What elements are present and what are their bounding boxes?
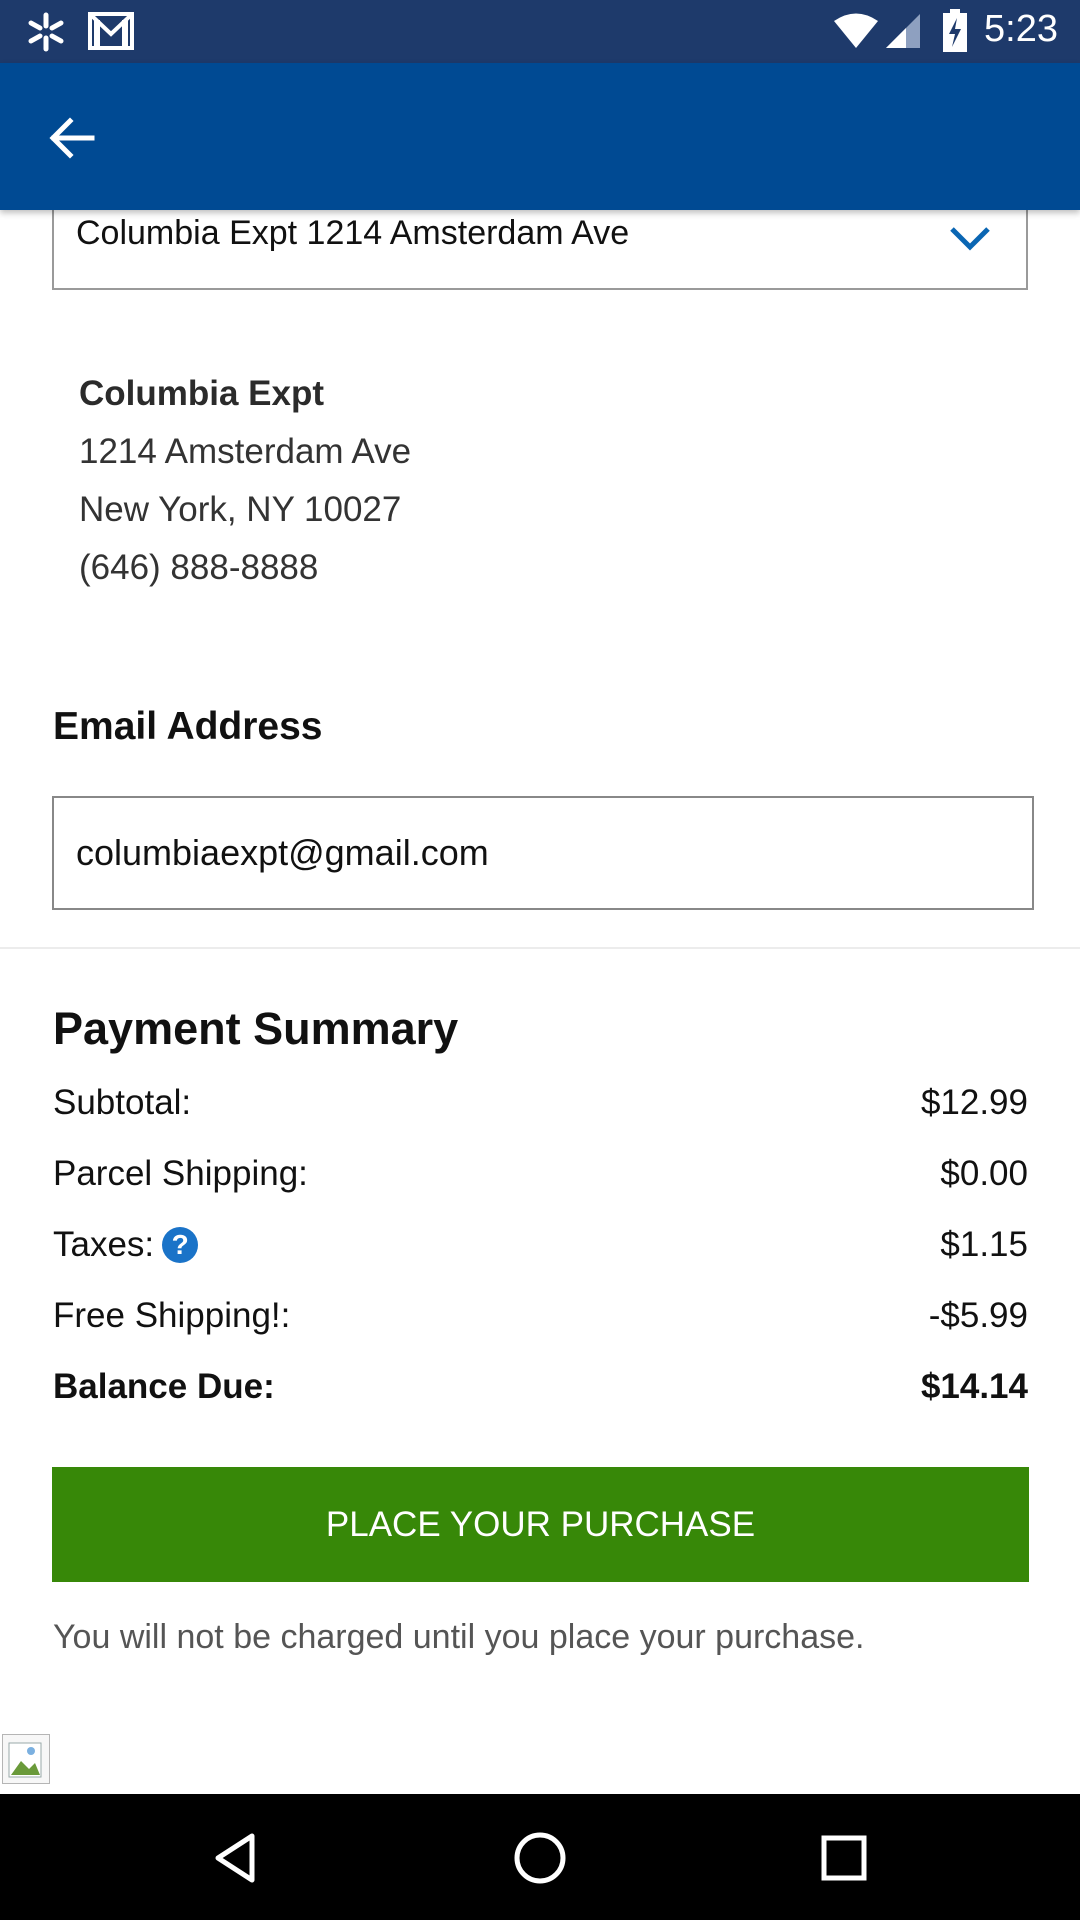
wifi-icon	[834, 13, 878, 48]
summary-value: $0.00	[940, 1154, 1028, 1193]
home-circle-icon	[514, 1832, 566, 1884]
summary-label: Subtotal:	[53, 1083, 192, 1122]
arrow-left-icon	[49, 117, 95, 159]
shipping-address: Columbia Expt 1214 Amsterdam Ave New Yor…	[79, 365, 411, 597]
place-purchase-button[interactable]: PLACE YOUR PURCHASE	[52, 1467, 1029, 1582]
recents-square-icon	[821, 1835, 867, 1881]
status-bar: 5:23	[0, 0, 1080, 63]
taxes-label-text: Taxes:	[53, 1225, 155, 1264]
back-triangle-icon	[215, 1833, 255, 1883]
checkout-content: Columbia Expt 1214 Amsterdam Ave Columbi…	[0, 210, 1080, 1794]
summary-row-subtotal: Subtotal: $12.99	[53, 1083, 1028, 1133]
summary-label: Free Shipping!:	[53, 1296, 291, 1335]
nav-back-button[interactable]	[204, 1826, 268, 1890]
gmail-icon	[88, 12, 134, 50]
payment-summary-title: Payment Summary	[53, 1003, 459, 1054]
navigation-bar	[0, 1794, 1080, 1920]
address-street: 1214 Amsterdam Ave	[79, 432, 412, 471]
balance-due-value: $14.14	[920, 1367, 1028, 1406]
summary-value: -$5.99	[928, 1296, 1028, 1335]
charge-note: You will not be charged until you place …	[53, 1618, 865, 1656]
walmart-spark-icon	[28, 12, 64, 52]
address-name: Columbia Expt	[79, 374, 325, 413]
email-field[interactable]: columbiaexpt@gmail.com	[52, 796, 1034, 910]
broken-image-icon	[2, 1734, 50, 1784]
address-dropdown[interactable]: Columbia Expt 1214 Amsterdam Ave	[52, 210, 1028, 290]
summary-value: $12.99	[920, 1083, 1028, 1122]
back-button[interactable]	[40, 105, 106, 171]
summary-row-balance-due: Balance Due: $14.14	[53, 1367, 1028, 1417]
summary-label: Parcel Shipping:	[53, 1154, 308, 1193]
question-circle-icon[interactable]: ?	[162, 1227, 199, 1263]
chevron-down-icon	[950, 227, 990, 251]
app-bar	[0, 63, 1080, 210]
summary-label: Taxes:?	[53, 1225, 199, 1265]
summary-row-taxes: Taxes:? $1.15	[53, 1225, 1028, 1275]
balance-due-label: Balance Due:	[53, 1367, 275, 1406]
address-dropdown-value: Columbia Expt 1214 Amsterdam Ave	[76, 214, 630, 252]
email-label: Email Address	[53, 705, 323, 748]
address-city-state-zip: New York, NY 10027	[79, 490, 402, 529]
email-field-value: columbiaexpt@gmail.com	[76, 832, 489, 873]
address-phone: (646) 888-8888	[79, 548, 319, 587]
battery-charging-icon	[943, 9, 967, 52]
divider	[0, 947, 1080, 949]
summary-value: $1.15	[940, 1225, 1028, 1264]
nav-recents-button[interactable]	[812, 1826, 876, 1890]
summary-row-free-shipping: Free Shipping!: -$5.99	[53, 1296, 1028, 1346]
nav-home-button[interactable]	[508, 1826, 572, 1890]
cell-signal-icon	[886, 14, 920, 48]
clock: 5:23	[984, 8, 1058, 50]
summary-row-shipping: Parcel Shipping: $0.00	[53, 1154, 1028, 1204]
